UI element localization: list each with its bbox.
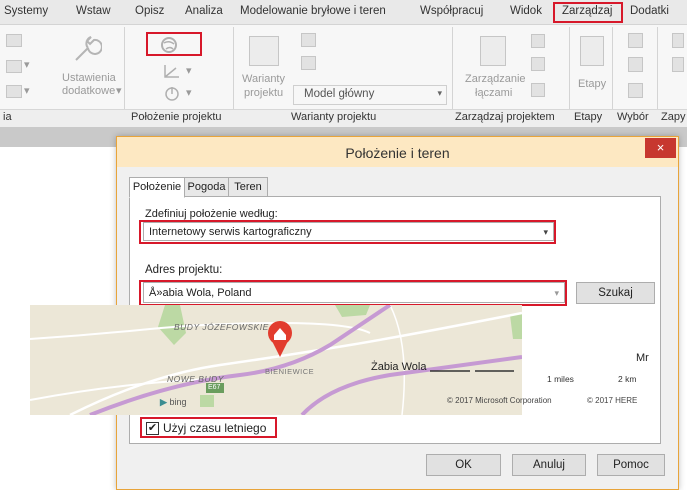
- panel-label-selection: Wybór: [617, 111, 649, 123]
- tab-systemy[interactable]: Systemy: [4, 5, 48, 17]
- map-copyright: © 2017 HERE: [587, 396, 638, 405]
- panel-label-manage-project: Zarządzaj projektem: [455, 111, 555, 123]
- tab-analiza[interactable]: Analiza: [185, 5, 223, 17]
- small-tool-icon[interactable]: [6, 85, 22, 98]
- map-road-shield: E67: [208, 384, 221, 391]
- search-button[interactable]: Szukaj: [576, 282, 655, 304]
- variants-label[interactable]: Warianty: [242, 73, 285, 85]
- load-selection-icon[interactable]: [672, 57, 684, 72]
- coordinates-icon[interactable]: [162, 62, 182, 80]
- panel-label-save: Zapy: [661, 111, 686, 123]
- chevron-down-icon: ▾: [437, 88, 442, 98]
- small-tool-icon[interactable]: [6, 34, 22, 47]
- highlight-zarzadzaj-tab: [553, 2, 623, 23]
- tab-location[interactable]: Położenie: [129, 177, 185, 198]
- highlight-dst-checkbox: [140, 417, 277, 438]
- add-to-set-icon[interactable]: [301, 33, 316, 47]
- select-pinned-icon[interactable]: [628, 83, 643, 98]
- settings-label[interactable]: Ustawienia: [62, 72, 116, 84]
- select-underlay-icon[interactable]: [628, 57, 643, 72]
- tab-site[interactable]: Teren: [228, 177, 268, 197]
- chevron-down-icon[interactable]: ▾: [186, 86, 192, 99]
- active-option-value: Model główny: [304, 88, 375, 100]
- manage-links-label[interactable]: Zarządzanie: [465, 73, 526, 85]
- manage-links-label[interactable]: łączami: [475, 87, 512, 99]
- tab-modelowanie[interactable]: Modelowanie bryłowe i teren: [240, 5, 386, 17]
- import-icon[interactable]: [531, 57, 545, 71]
- highlight-define-select: [139, 220, 556, 244]
- tab-opisz[interactable]: Opisz: [135, 5, 164, 17]
- variants-label[interactable]: projektu: [244, 87, 283, 99]
- manage-links-icon[interactable]: [480, 36, 506, 66]
- highlight-location-button: [146, 32, 202, 56]
- phases-label[interactable]: Etapy: [578, 78, 606, 90]
- map-label: Mr: [636, 352, 649, 364]
- panel-label-phases: Etapy: [574, 111, 603, 123]
- starting-view-icon[interactable]: [531, 34, 545, 48]
- wrench-icon[interactable]: [68, 32, 102, 66]
- small-tool-icon[interactable]: [6, 60, 22, 73]
- dialog-title: Położenie i teren: [345, 145, 450, 161]
- panel-label: ia: [3, 111, 12, 123]
- map-label: Żabia Wola: [371, 361, 427, 373]
- map-scale-miles: 1 miles: [547, 374, 574, 384]
- north-rotate-icon[interactable]: [162, 84, 182, 102]
- highlight-address-input: [139, 280, 567, 306]
- phases-icon[interactable]: [580, 36, 604, 66]
- design-options-icon[interactable]: [249, 36, 279, 66]
- map-scale-km: 2 km: [618, 374, 637, 384]
- chevron-down-icon[interactable]: ▾: [186, 64, 192, 77]
- map-label: NOWE BUDY: [167, 374, 224, 384]
- tab-dodatki[interactable]: Dodatki: [630, 5, 669, 17]
- chevron-down-icon[interactable]: ▾: [116, 84, 122, 97]
- map-label: BUDY JÓZEFOWSKIE: [174, 322, 269, 332]
- define-location-label: Zdefiniuj położenie według:: [145, 208, 278, 220]
- decal-icon[interactable]: [531, 83, 545, 97]
- map-copyright: © 2017 Microsoft Corporation: [447, 396, 552, 405]
- bing-logo-icon: ▶ bing: [160, 397, 187, 407]
- address-label: Adres projektu:: [145, 264, 223, 276]
- ok-button[interactable]: OK: [426, 454, 501, 476]
- chevron-down-icon[interactable]: ▾: [24, 58, 30, 71]
- panel-label-design-options: Warianty projektu: [291, 111, 377, 123]
- tab-widok[interactable]: Widok: [510, 5, 542, 17]
- settings-label[interactable]: dodatkowe: [62, 85, 115, 97]
- help-button[interactable]: Pomoc: [597, 454, 665, 476]
- tab-weather[interactable]: Pogoda: [183, 177, 230, 197]
- tab-wstaw[interactable]: Wstaw: [76, 5, 111, 17]
- dialog-titlebar[interactable]: Położenie i teren ×: [117, 137, 678, 167]
- active-option-combo[interactable]: Model główny ▾: [293, 85, 447, 105]
- close-button[interactable]: ×: [645, 138, 676, 158]
- tab-wspolpracuj[interactable]: Współpracuj: [420, 5, 483, 17]
- panel-label-location: Położenie projektu: [131, 111, 222, 123]
- pick-to-edit-icon[interactable]: [301, 56, 316, 70]
- select-links-icon[interactable]: [628, 33, 643, 48]
- chevron-down-icon[interactable]: ▾: [24, 84, 30, 97]
- cancel-button[interactable]: Anuluj: [512, 454, 586, 476]
- map-label: BIENIEWICE: [265, 367, 315, 376]
- save-selection-icon[interactable]: [672, 33, 684, 48]
